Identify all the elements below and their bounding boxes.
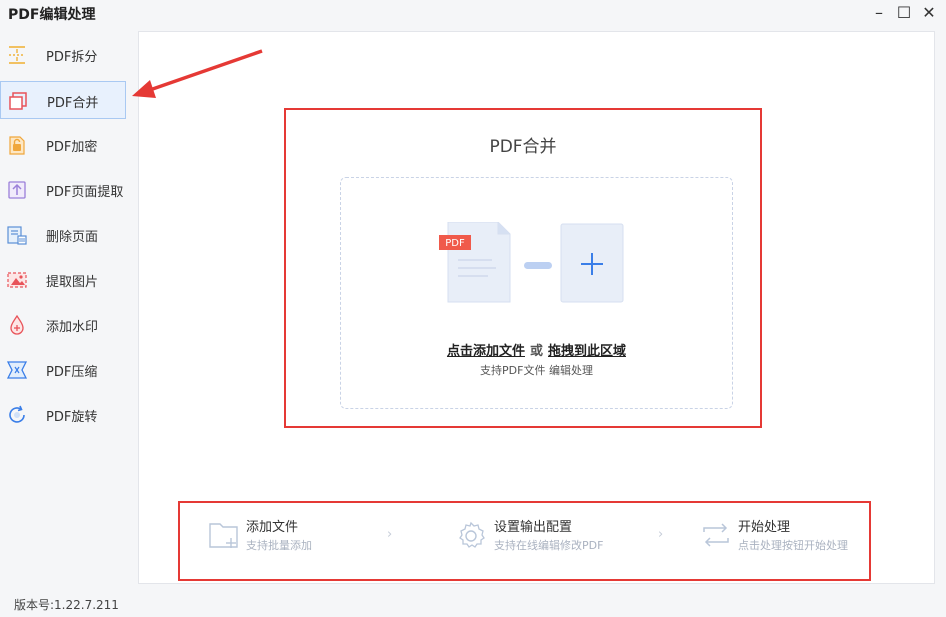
sidebar-item-label: PDF压缩 [46, 365, 98, 380]
sidebar-item-delete-page[interactable]: 删除页面 [0, 216, 126, 254]
sidebar-item-label: PDF旋转 [46, 410, 98, 425]
rotate-icon [9, 405, 25, 423]
sidebar-item-label: 提取图片 [46, 275, 99, 290]
sidebar-item-extract-image[interactable]: 提取图片 [0, 261, 126, 299]
step-output-config: 设置输出配置 支持在线编辑修改PDF [456, 516, 636, 556]
sidebar-item-pdf-encrypt[interactable]: PDF加密 [0, 126, 126, 164]
sidebar-item-label: PDF加密 [46, 140, 98, 155]
or-text: 或 [529, 344, 543, 359]
drag-here-link[interactable]: 拖拽到此区域 [548, 344, 626, 359]
annotation-arrow-icon [132, 49, 263, 98]
sidebar-item-page-extract[interactable]: PDF页面提取 [0, 171, 126, 209]
extract-page-icon [8, 181, 26, 199]
sidebar-item-label: PDF拆分 [46, 50, 98, 65]
split-icon [9, 46, 25, 64]
merge-icon [9, 92, 27, 110]
minimize-button[interactable]: – [868, 2, 890, 22]
watermark-icon [10, 314, 24, 335]
gear-icon [459, 521, 485, 548]
close-button[interactable]: ✕ [918, 2, 940, 22]
sidebar-item-label: PDF合并 [47, 96, 99, 111]
refresh-arrows-icon [703, 523, 729, 547]
add-file-illustration [439, 222, 624, 303]
step-desc: 支持批量添加 [246, 539, 312, 552]
step-title: 添加文件 [246, 520, 299, 535]
step-start-processing: 开始处理 点击处理按钮开始处理 [700, 516, 865, 556]
title-bar: PDF编辑处理 – ☐ ✕ [0, 0, 946, 26]
drop-instruction: 点击添加文件或拖拽到此区域 [340, 340, 733, 359]
click-add-file-link[interactable]: 点击添加文件 [447, 344, 525, 359]
sidebar-item-label: 添加水印 [46, 320, 99, 335]
delete-page-icon [7, 226, 27, 245]
lock-icon [9, 136, 25, 155]
maximize-button[interactable]: ☐ [893, 2, 915, 22]
step-title: 设置输出配置 [494, 520, 573, 535]
sidebar: PDF拆分 PDF合并 PDF加密 PDF页面提取 删除页面 提取图片 添加水印… [0, 32, 130, 592]
sidebar-item-pdf-compress[interactable]: PDF压缩 [0, 351, 126, 389]
drop-subtext: 支持PDF文件 编辑处理 [480, 364, 593, 377]
upload-title: PDF合并 [489, 137, 557, 157]
version-label: 版本号:1.22.7.211 [14, 598, 119, 612]
compress-icon [6, 361, 28, 379]
step-add-file: 添加文件 支持批量添加 [208, 516, 368, 556]
sidebar-item-label: PDF页面提取 [46, 185, 124, 200]
pdf-badge: PDF [445, 238, 465, 249]
step-separator-chevron-icon: › [387, 527, 393, 542]
sidebar-item-watermark[interactable]: 添加水印 [0, 306, 126, 344]
folder-add-icon [209, 523, 238, 548]
step-title: 开始处理 [738, 520, 791, 535]
step-desc: 支持在线编辑修改PDF [494, 539, 604, 552]
sidebar-item-pdf-split[interactable]: PDF拆分 [0, 36, 126, 74]
step-separator-chevron-icon: › [658, 527, 664, 542]
app-title: PDF编辑处理 [8, 7, 96, 23]
sidebar-item-pdf-merge[interactable]: PDF合并 [0, 81, 126, 119]
step-desc: 点击处理按钮开始处理 [738, 539, 848, 552]
image-icon [7, 272, 27, 288]
sidebar-item-pdf-rotate[interactable]: PDF旋转 [0, 396, 126, 434]
sidebar-item-label: 删除页面 [46, 230, 99, 245]
